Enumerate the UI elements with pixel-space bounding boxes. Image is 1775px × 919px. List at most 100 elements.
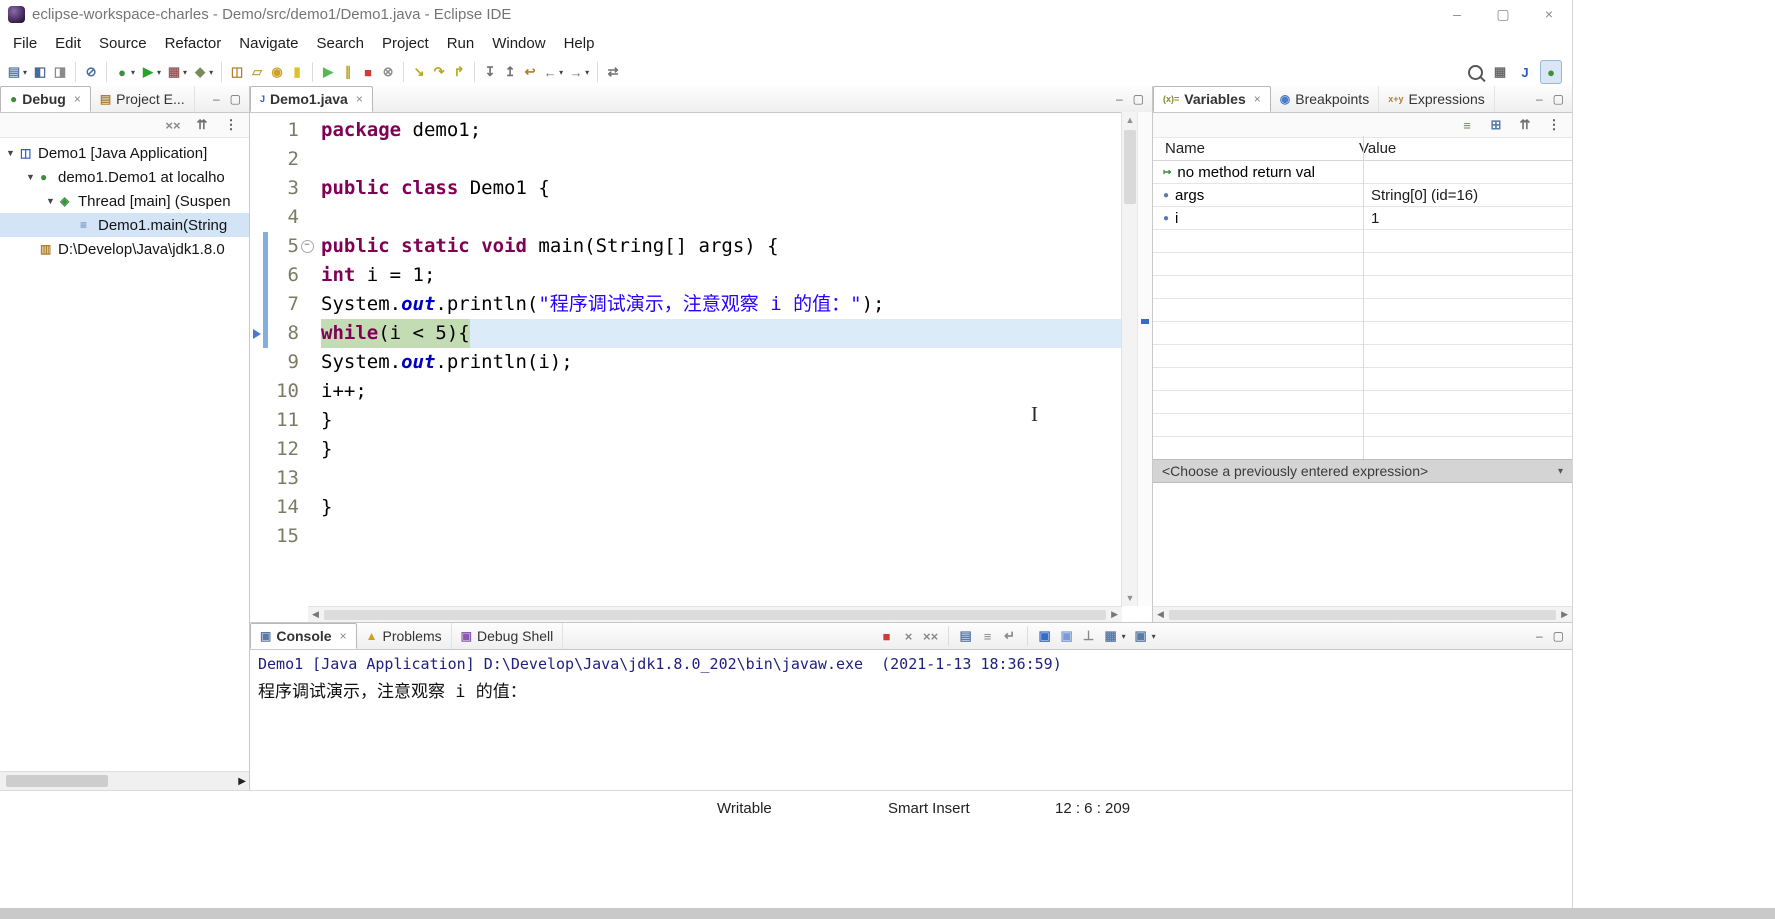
collapse-all-icon[interactable]: ⇈ bbox=[1515, 114, 1535, 136]
line-number[interactable]: 10 bbox=[268, 377, 299, 406]
tab-close-icon[interactable]: × bbox=[340, 629, 347, 643]
external-tools-icon[interactable]: ◆ bbox=[190, 61, 210, 83]
terminate-icon[interactable]: ■ bbox=[877, 625, 897, 647]
suspend-icon[interactable]: ∥ bbox=[338, 61, 358, 83]
column-header-name[interactable]: Name bbox=[1153, 140, 1351, 157]
console-output-area[interactable]: Demo1 [Java Application] D:\Develop\Java… bbox=[250, 650, 1572, 707]
minimize-view-icon[interactable]: – bbox=[1116, 92, 1123, 106]
column-divider[interactable] bbox=[1363, 136, 1364, 459]
line-number[interactable]: 2 bbox=[268, 145, 299, 174]
minimize-view-icon[interactable]: – bbox=[213, 92, 220, 106]
maximize-view-icon[interactable]: ▢ bbox=[1553, 629, 1564, 643]
search-flashlight-icon[interactable]: ◉ bbox=[267, 61, 287, 83]
maximize-button[interactable]: ▢ bbox=[1480, 0, 1526, 28]
overview-annotation-marker[interactable] bbox=[1141, 319, 1149, 324]
run-icon[interactable]: ▶ bbox=[138, 61, 158, 83]
line-number[interactable]: 6 bbox=[268, 261, 299, 290]
tab-close-icon[interactable]: × bbox=[74, 92, 81, 106]
menu-run[interactable]: Run bbox=[438, 31, 484, 56]
scroll-up-icon[interactable]: ▲ bbox=[1122, 115, 1138, 125]
scrollbar-thumb[interactable] bbox=[6, 775, 108, 787]
open-console-icon-dropdown[interactable]: ▾ bbox=[1152, 632, 1156, 641]
tab-variables[interactable]: (x)=Variables× bbox=[1153, 86, 1271, 112]
remove-all-launches-icon[interactable]: ×× bbox=[921, 625, 941, 647]
debug-icon[interactable]: ● bbox=[112, 61, 132, 83]
tree-item[interactable]: ▼◈Thread [main] (Suspen bbox=[0, 189, 249, 213]
line-number[interactable]: 9 bbox=[268, 348, 299, 377]
line-number[interactable]: 4 bbox=[268, 203, 299, 232]
menu-project[interactable]: Project bbox=[373, 31, 438, 56]
remove-launch-icon[interactable]: × bbox=[899, 625, 919, 647]
last-edit-location-icon[interactable]: ↩ bbox=[520, 61, 540, 83]
menu-window[interactable]: Window bbox=[483, 31, 554, 56]
coverage-icon-dropdown[interactable]: ▾ bbox=[183, 68, 187, 77]
tab-console[interactable]: ▣Console× bbox=[250, 623, 357, 649]
expander-icon[interactable]: ▼ bbox=[26, 172, 40, 182]
menu-source[interactable]: Source bbox=[90, 31, 156, 56]
step-over-icon[interactable]: ↷ bbox=[429, 61, 449, 83]
scroll-lock-icon[interactable]: ≡ bbox=[978, 625, 998, 647]
new-java-project-icon[interactable]: ◫ bbox=[227, 61, 247, 83]
line-number[interactable]: 5 bbox=[268, 232, 299, 261]
column-header-value[interactable]: Value bbox=[1351, 140, 1396, 157]
tree-item[interactable]: ▼◫Demo1 [Java Application] bbox=[0, 141, 249, 165]
scroll-left-icon[interactable]: ◀ bbox=[1157, 609, 1164, 620]
debug-icon-dropdown[interactable]: ▾ bbox=[131, 68, 135, 77]
forward-icon[interactable]: → bbox=[566, 61, 586, 83]
disconnect-icon[interactable]: ⊗ bbox=[378, 61, 398, 83]
view-menu-icon[interactable]: ⋮ bbox=[1544, 114, 1564, 136]
back-icon[interactable]: ← bbox=[540, 61, 560, 83]
back-icon-dropdown[interactable]: ▾ bbox=[559, 68, 563, 77]
expander-icon[interactable]: ▼ bbox=[46, 196, 60, 206]
editor-hscrollbar[interactable]: ◀ ▶ bbox=[308, 606, 1122, 622]
scrollbar-thumb[interactable] bbox=[324, 610, 1106, 620]
fold-collapse-icon[interactable]: − bbox=[299, 232, 315, 261]
open-console-icon[interactable]: ▣ bbox=[1131, 625, 1151, 647]
previous-annotation-icon[interactable]: ↥ bbox=[500, 61, 520, 83]
step-return-icon[interactable]: ↱ bbox=[449, 61, 469, 83]
tab-debug[interactable]: ●Debug× bbox=[0, 86, 91, 112]
menu-search[interactable]: Search bbox=[307, 31, 373, 56]
skip-all-breakpoints-icon[interactable]: ⊘ bbox=[81, 61, 101, 83]
debug-perspective-icon[interactable]: ● bbox=[1540, 60, 1562, 84]
scroll-right-icon[interactable]: ▶ bbox=[1561, 609, 1568, 620]
editor-vscrollbar[interactable]: ▲ ▼ bbox=[1121, 112, 1138, 606]
search-icon[interactable] bbox=[1465, 61, 1485, 83]
scroll-right-icon[interactable]: ▶ bbox=[1111, 609, 1118, 620]
expression-input[interactable]: <Choose a previously entered expression>… bbox=[1153, 459, 1572, 483]
line-number[interactable]: 1 bbox=[268, 116, 299, 145]
show-logical-structures-icon[interactable]: ⊞ bbox=[1486, 114, 1506, 136]
scroll-left-icon[interactable]: ◀ bbox=[312, 609, 319, 620]
link-with-editor-icon[interactable]: ⇄ bbox=[603, 61, 623, 83]
save-icon[interactable]: ◧ bbox=[30, 61, 50, 83]
next-annotation-icon[interactable]: ↧ bbox=[480, 61, 500, 83]
line-number[interactable]: 7 bbox=[268, 290, 299, 319]
scroll-right-icon[interactable]: ▶ bbox=[238, 776, 246, 787]
chevron-down-icon[interactable]: ▾ bbox=[1558, 466, 1563, 477]
minimize-view-icon[interactable]: – bbox=[1536, 92, 1543, 106]
mark-occurrences-icon[interactable]: ▮ bbox=[287, 61, 307, 83]
tree-item[interactable]: ≡Demo1.main(String bbox=[0, 213, 249, 237]
line-number[interactable]: 14 bbox=[268, 493, 299, 522]
menu-navigate[interactable]: Navigate bbox=[230, 31, 307, 56]
menu-refactor[interactable]: Refactor bbox=[156, 31, 231, 56]
forward-icon-dropdown[interactable]: ▾ bbox=[585, 68, 589, 77]
variable-detail-pane[interactable] bbox=[1153, 484, 1572, 606]
maximize-view-icon[interactable]: ▢ bbox=[230, 92, 241, 106]
tab-breakpoints[interactable]: ◉Breakpoints bbox=[1271, 86, 1379, 112]
external-tools-icon-dropdown[interactable]: ▾ bbox=[209, 68, 213, 77]
code-content[interactable]: 1package demo1;23public class Demo1 {45−… bbox=[250, 112, 1122, 606]
show-stderr-icon[interactable]: ▣ bbox=[1057, 625, 1077, 647]
menu-file[interactable]: File bbox=[4, 31, 46, 56]
display-selected-console-icon-dropdown[interactable]: ▾ bbox=[1122, 632, 1126, 641]
scroll-down-icon[interactable]: ▼ bbox=[1122, 593, 1138, 603]
minimize-button[interactable]: – bbox=[1434, 0, 1480, 28]
new-wizard-icon[interactable]: ▤ bbox=[4, 61, 24, 83]
line-number[interactable]: 15 bbox=[268, 522, 299, 551]
tree-item[interactable]: ▥D:\Develop\Java\jdk1.8.0 bbox=[0, 237, 249, 261]
show-type-names-icon[interactable]: ≡ bbox=[1457, 114, 1477, 136]
variables-hscrollbar[interactable]: ◀ ▶ bbox=[1153, 606, 1572, 622]
open-element-icon[interactable]: ▱ bbox=[247, 61, 267, 83]
open-perspective-icon[interactable]: ▦ bbox=[1490, 61, 1510, 83]
tab-problems[interactable]: ▲Problems bbox=[357, 623, 452, 649]
